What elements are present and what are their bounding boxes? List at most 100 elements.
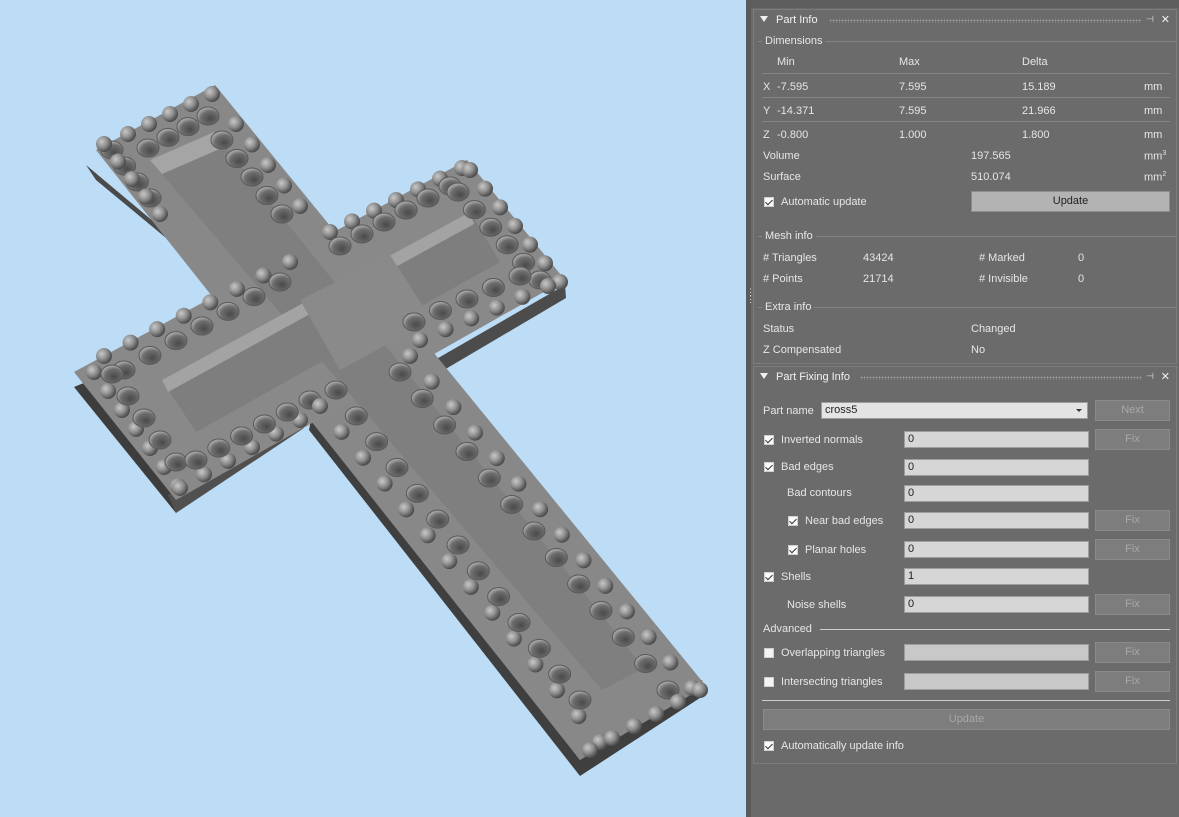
bad-edges-checkbox[interactable]: [764, 462, 774, 472]
bead: [138, 188, 154, 205]
dimple: [225, 149, 249, 168]
part-name-select[interactable]: cross5: [821, 402, 1088, 419]
automatic-update-label: Automatic update: [781, 196, 867, 208]
update-fixing-button[interactable]: Update: [763, 709, 1170, 730]
status-label: Status: [763, 323, 795, 335]
collapse-triangle-icon[interactable]: [760, 373, 768, 379]
bead: [507, 218, 523, 234]
dimple: [479, 217, 503, 237]
bead: [575, 552, 592, 569]
close-icon[interactable]: ✕: [1161, 13, 1170, 26]
automatic-update-checkbox[interactable]: [764, 197, 774, 207]
auto-update-info-checkbox[interactable]: [764, 741, 774, 751]
fix-overlapping-triangles-button[interactable]: Fix: [1095, 642, 1170, 663]
min-value: -7.595: [777, 81, 809, 93]
bead: [228, 116, 244, 132]
pin-icon[interactable]: ⊣: [1146, 371, 1154, 382]
bead: [484, 604, 501, 621]
near-bad-edges-field[interactable]: 0: [904, 512, 1089, 529]
planar-holes-checkbox[interactable]: [788, 545, 798, 555]
divider: [762, 700, 1170, 701]
bead: [626, 718, 642, 734]
bead: [96, 136, 112, 152]
fix-noise-shells-button[interactable]: Fix: [1095, 594, 1170, 615]
dimple: [164, 452, 188, 472]
part-fixing-header[interactable]: Part Fixing Info ⊣ ✕: [754, 367, 1176, 387]
intersecting-triangles-field[interactable]: [904, 673, 1089, 690]
part-fixing-title: Part Fixing Info: [776, 371, 850, 383]
bead: [100, 383, 116, 399]
part-info-header[interactable]: Part Info ⊣ ✕: [754, 10, 1176, 30]
dimple: [487, 587, 511, 607]
close-icon[interactable]: ✕: [1161, 370, 1170, 383]
intersecting-triangles-checkbox[interactable]: [764, 677, 774, 687]
planar-holes-field[interactable]: 0: [904, 541, 1089, 558]
fix-near-bad-edges-button[interactable]: Fix: [1095, 510, 1170, 531]
bead: [282, 254, 298, 270]
noise-shells-field[interactable]: 0: [904, 596, 1089, 613]
dimple: [611, 627, 635, 647]
dimple: [426, 509, 450, 529]
delta-value: 21.966: [1022, 105, 1056, 117]
near-bad-edges-label: Near bad edges: [805, 515, 884, 527]
near-bad-edges-checkbox[interactable]: [788, 516, 798, 526]
max-value: 7.595: [899, 105, 927, 117]
bead: [488, 299, 505, 316]
bead: [532, 501, 549, 518]
overlapping-triangles-checkbox[interactable]: [764, 648, 774, 658]
points-label: # Points: [763, 273, 803, 285]
collapse-triangle-icon[interactable]: [760, 16, 768, 22]
3d-viewport[interactable]: [0, 0, 746, 817]
bead: [376, 475, 393, 492]
dimple: [252, 414, 276, 434]
status-value: Changed: [971, 323, 1016, 335]
triangles-value: 43424: [863, 252, 894, 264]
side-panel: Part Info ⊣ ✕ Dimensions Min Max Delta X…: [751, 0, 1179, 817]
fix-intersecting-triangles-button[interactable]: Fix: [1095, 671, 1170, 692]
dimple: [268, 272, 292, 292]
extra-info-group: Extra info: [758, 301, 1176, 366]
pin-icon[interactable]: ⊣: [1146, 14, 1154, 25]
axis-label: Z: [763, 129, 770, 141]
bead: [553, 526, 570, 543]
bad-contours-label: Bad contours: [787, 487, 852, 499]
drag-handle[interactable]: [860, 376, 1142, 380]
part-fixing-panel: Part Fixing Info ⊣ ✕ Part name cross5 Ne…: [753, 366, 1177, 764]
shells-field[interactable]: 1: [904, 568, 1089, 585]
next-button[interactable]: Next: [1095, 400, 1170, 421]
dimple: [216, 301, 240, 321]
bead: [149, 321, 166, 338]
dimple: [136, 138, 160, 158]
bead: [527, 656, 544, 673]
dimple: [508, 266, 532, 286]
bead: [670, 694, 686, 710]
shells-label: Shells: [781, 571, 811, 583]
bead: [582, 742, 598, 758]
points-value: 21714: [863, 273, 894, 285]
advanced-divider: [820, 629, 1170, 630]
overlapping-triangles-field[interactable]: [904, 644, 1089, 661]
cross-model-render: [74, 85, 708, 776]
shells-checkbox[interactable]: [764, 572, 774, 582]
drag-handle[interactable]: [829, 19, 1142, 23]
invisible-value: 0: [1078, 273, 1085, 285]
update-dimensions-button[interactable]: Update: [971, 191, 1170, 212]
bead: [477, 180, 493, 197]
dimple: [634, 654, 658, 673]
bead: [110, 153, 126, 170]
inverted-normals-field[interactable]: 0: [904, 431, 1089, 448]
fix-inverted-normals-button[interactable]: Fix: [1095, 429, 1170, 450]
bad-edges-field[interactable]: 0: [904, 459, 1089, 476]
bad-contours-field[interactable]: 0: [904, 485, 1089, 502]
dimple: [116, 386, 140, 406]
dimple: [433, 415, 457, 435]
surface-value: 510.074: [971, 171, 1011, 183]
delta-value: 1.800: [1022, 129, 1050, 141]
inverted-normals-checkbox[interactable]: [764, 435, 774, 445]
bead: [548, 682, 565, 699]
part-info-panel: Part Info ⊣ ✕ Dimensions Min Max Delta X…: [753, 9, 1177, 364]
bead: [467, 424, 484, 441]
bead: [355, 449, 372, 466]
bead: [412, 332, 428, 348]
fix-planar-holes-button[interactable]: Fix: [1095, 539, 1170, 560]
